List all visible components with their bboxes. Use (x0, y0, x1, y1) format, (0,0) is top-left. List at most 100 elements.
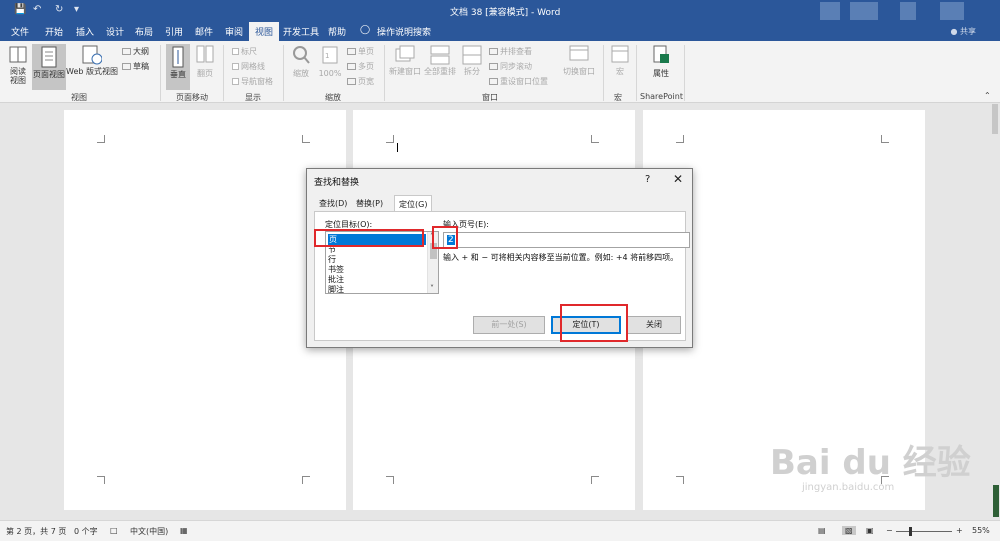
zoom-100-button[interactable]: 1 100% (316, 45, 344, 78)
vertical-scrollbar[interactable] (990, 104, 1000, 520)
gridlines-label: 网格线 (241, 62, 265, 71)
print-layout-button[interactable]: 页面视图 (32, 44, 66, 90)
tab-mailings[interactable]: 邮件 (195, 25, 213, 38)
print-layout-icon (41, 46, 57, 68)
ribbon-divider (384, 45, 385, 101)
outline-label: 大纲 (133, 47, 149, 56)
gridlines-checkbox[interactable]: 网格线 (232, 61, 265, 72)
save-icon[interactable]: 💾 (14, 4, 26, 15)
help-icon[interactable]: ? (645, 174, 650, 185)
web-layout-status-icon[interactable]: ▣ (866, 526, 874, 535)
web-layout-button[interactable]: Web 版式视图 (66, 45, 118, 76)
arrange-all-label: 全部重排 (424, 67, 456, 76)
page-width-button[interactable]: 页宽 (347, 76, 374, 87)
vertical-label: 垂直 (170, 70, 186, 79)
tab-help[interactable]: 帮助 (328, 25, 346, 38)
reset-window-button[interactable]: 重设窗口位置 (489, 76, 548, 87)
tab-file[interactable]: 文件 (11, 25, 29, 38)
properties-label: 属性 (653, 69, 669, 78)
redo-icon[interactable]: ↻ (55, 4, 63, 15)
list-item[interactable]: 脚注 (328, 284, 344, 295)
tab-insert[interactable]: 插入 (76, 25, 94, 38)
zoom-slider[interactable] (896, 531, 952, 532)
blurred-area (900, 2, 916, 20)
web-layout-label: Web 版式视图 (66, 67, 118, 76)
multiple-pages-button[interactable]: 多页 (347, 61, 374, 72)
macro-record-icon[interactable]: ▦ (180, 526, 188, 535)
scrollbar-thumb[interactable] (992, 104, 998, 134)
scroll-down-icon[interactable]: ˅ (430, 284, 434, 293)
tell-me-search[interactable]: 操作说明搜索 (377, 25, 431, 38)
new-window-button[interactable]: 新建窗口 (388, 45, 422, 76)
close-button[interactable]: 关闭 (627, 316, 681, 334)
crop-mark (591, 476, 599, 484)
side-to-side-button[interactable]: 翻页 (193, 45, 217, 78)
word-count[interactable]: 0 个字 (74, 526, 98, 537)
nav-pane-checkbox[interactable]: 导航窗格 (232, 76, 273, 87)
document-page[interactable] (64, 110, 346, 510)
sync-scroll-button[interactable]: 同步滚动 (489, 61, 532, 72)
draft-icon (122, 63, 131, 70)
tab-developer[interactable]: 开发工具 (283, 25, 319, 38)
page-count[interactable]: 第 2 页，共 7 页 (6, 526, 66, 537)
side-to-side-label: 翻页 (197, 69, 213, 78)
page-width-icon (347, 78, 356, 85)
vertical-button[interactable]: 垂直 (166, 44, 190, 90)
watermark-url: jingyan.baidu.com (802, 482, 895, 493)
print-layout-status-icon[interactable]: ▧ (842, 526, 856, 535)
proofing-icon[interactable]: □ (110, 526, 118, 535)
read-mode-status-icon[interactable]: ▤ (818, 526, 826, 535)
collapse-ribbon-icon[interactable]: ⌃ (984, 91, 991, 100)
nav-pane-label: 导航窗格 (241, 77, 273, 86)
highlight-box (314, 229, 424, 247)
print-layout-label: 页面视图 (33, 70, 65, 79)
switch-windows-button[interactable]: 切换窗口 (561, 45, 597, 76)
zoom-out-button[interactable]: − (886, 526, 893, 535)
customize-icon[interactable]: ▾ (74, 4, 79, 15)
zoom-level[interactable]: 55% (972, 526, 990, 535)
tab-layout[interactable]: 布局 (135, 25, 153, 38)
tab-replace[interactable]: 替换(P) (356, 198, 383, 209)
ruler-checkbox[interactable]: 标尺 (232, 46, 257, 57)
arrange-all-button[interactable]: 全部重排 (423, 45, 457, 76)
zoom-in-button[interactable]: + (956, 526, 963, 535)
page-width-label: 页宽 (358, 77, 374, 86)
tab-find[interactable]: 查找(D) (319, 198, 347, 209)
outline-icon (122, 48, 131, 55)
properties-button[interactable]: 属性 (648, 45, 674, 78)
ribbon-tabs: 文件 开始 插入 设计 布局 引用 邮件 审阅 视图 开发工具 帮助 ◯ 操作说… (0, 22, 1000, 41)
crop-mark (676, 476, 684, 484)
language[interactable]: 中文(中国) (130, 526, 168, 537)
ribbon-divider (223, 45, 224, 101)
close-icon[interactable]: ✕ (673, 172, 683, 186)
macros-button[interactable]: 宏 (609, 45, 631, 76)
page-number-input[interactable]: 2 (443, 232, 690, 248)
outline-button[interactable]: 大纲 (122, 46, 149, 57)
previous-button[interactable]: 前一处(S) (473, 316, 545, 334)
nav-pane-check-icon (232, 78, 239, 85)
zoom-100-icon: 1 (322, 46, 338, 64)
one-page-button[interactable]: 单页 (347, 46, 374, 57)
lightbulb-icon: ◯ (360, 25, 371, 35)
zoom-button[interactable]: 缩放 (289, 45, 313, 78)
tab-goto[interactable]: 定位(G) (394, 195, 433, 212)
svg-text:1: 1 (325, 52, 329, 60)
tab-home[interactable]: 开始 (45, 25, 63, 38)
tab-review[interactable]: 审阅 (225, 25, 243, 38)
share-button[interactable]: ● 共享 (950, 26, 976, 37)
draft-button[interactable]: 草稿 (122, 61, 149, 72)
undo-icon[interactable]: ↶ (33, 4, 41, 15)
split-button[interactable]: 拆分 (460, 45, 484, 76)
side-by-side-button[interactable]: 并排查看 (489, 46, 532, 57)
tab-references[interactable]: 引用 (165, 25, 183, 38)
find-replace-dialog: 查找和替换 ? ✕ 查找(D) 替换(P) 定位(G) 定位目标(O): 页 节… (306, 168, 693, 348)
highlight-box (432, 226, 458, 249)
crop-mark (386, 135, 394, 143)
tab-view[interactable]: 视图 (249, 22, 280, 41)
tab-design[interactable]: 设计 (106, 25, 124, 38)
multiple-pages-icon (347, 63, 356, 70)
read-mode-button[interactable]: 阅读 视图 (6, 45, 30, 85)
properties-icon (653, 45, 669, 63)
arrange-all-icon (430, 45, 450, 65)
zoom-slider-thumb[interactable] (909, 527, 912, 536)
